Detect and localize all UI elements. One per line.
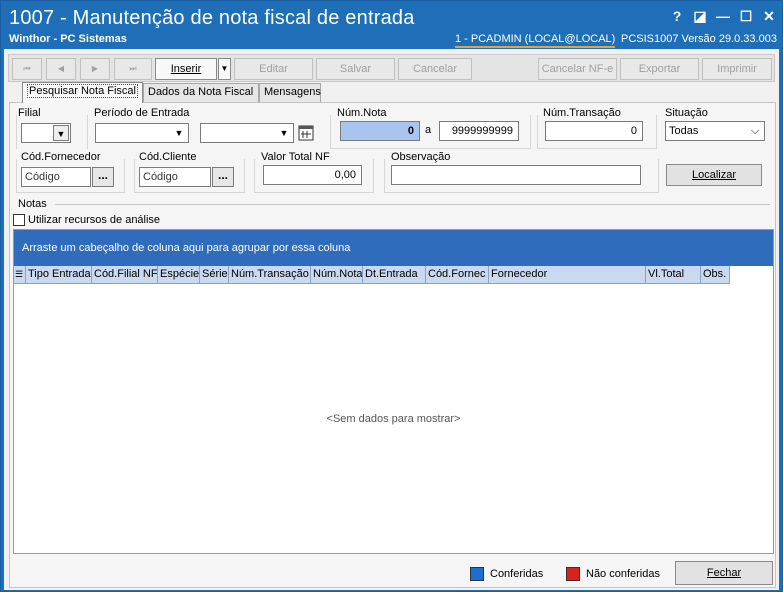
filial-select[interactable]: ▼	[21, 123, 71, 143]
fechar-button[interactable]: Fechar	[675, 561, 773, 585]
observacao-field[interactable]	[391, 165, 641, 185]
periodo-inicio-field[interactable]: ▼	[95, 123, 189, 143]
next-record-button[interactable]: ▶	[80, 58, 110, 80]
tab-pesquisar[interactable]: Pesquisar Nota Fiscal	[22, 82, 143, 103]
col-tipo-entrada[interactable]: Tipo Entrada	[26, 266, 92, 284]
cancel-button[interactable]: Cancelar	[398, 58, 472, 80]
empty-grid-message: <Sem dados para mostrar>	[326, 413, 461, 425]
periodo-fim-field[interactable]: ▼	[200, 123, 294, 143]
chevron-down-icon: ▼	[174, 128, 184, 138]
close-icon[interactable]: ✕	[760, 7, 778, 25]
help-icon[interactable]: ?	[668, 7, 686, 25]
analysis-checkbox[interactable]	[13, 214, 25, 226]
localizar-label: Localizar	[691, 169, 737, 181]
situacao-label: Situação	[665, 107, 708, 119]
col-num-nota[interactable]: Núm.Nota	[311, 266, 363, 284]
chevron-down-icon: ▼	[53, 125, 69, 141]
tab-pesquisar-label: Pesquisar Nota Fiscal	[27, 84, 138, 98]
cancel-nfe-button[interactable]: Cancelar NF-e	[538, 58, 617, 80]
chevron-down-icon: ⌵	[750, 125, 760, 137]
grid-header: ☰ Tipo Entrada Cód.Filial NF Espécie Sér…	[14, 266, 730, 284]
column-chooser-icon[interactable]: ☰	[14, 266, 26, 284]
tab-mensagens[interactable]: Mensagens	[259, 83, 321, 102]
title-bar[interactable]: 1007 - Manutenção de nota fiscal de entr…	[1, 1, 782, 48]
nao-conferidas-legend-swatch	[566, 567, 580, 581]
fechar-label: Fechar	[706, 567, 742, 579]
insert-button[interactable]: Inserir	[155, 58, 217, 80]
notas-divider	[55, 204, 770, 205]
col-cod-filial[interactable]: Cód.Filial NF	[92, 266, 158, 284]
edit-button[interactable]: Editar	[234, 58, 313, 80]
range-separator: a	[425, 124, 432, 136]
window-title: 1007 - Manutenção de nota fiscal de entr…	[9, 7, 415, 29]
nao-conferidas-legend-label: Não conferidas	[586, 568, 660, 580]
restore-layout-icon[interactable]: ◪	[691, 7, 709, 25]
conferidas-legend-label: Conferidas	[490, 568, 544, 580]
maximize-icon[interactable]: ☐	[737, 7, 755, 25]
first-record-button[interactable]: ⏮	[12, 58, 42, 80]
cod-fornecedor-field[interactable]: Código	[21, 167, 91, 187]
col-obs[interactable]: Obs.	[701, 266, 730, 284]
fornecedor-lookup-button[interactable]: ...	[92, 167, 114, 187]
num-nota-from-field[interactable]: 0	[340, 121, 420, 141]
notas-label: Notas	[18, 198, 47, 210]
col-cod-fornec[interactable]: Cód.Fornec	[426, 266, 489, 284]
col-especie[interactable]: Espécie	[158, 266, 200, 284]
num-nota-to-field[interactable]: 9999999999	[439, 121, 519, 141]
cod-cliente-field[interactable]: Código	[139, 167, 211, 187]
chevron-down-icon: ▼	[279, 128, 289, 138]
last-record-button[interactable]: ⏭	[114, 58, 152, 80]
notas-grid[interactable]: Arraste um cabeçalho de coluna aqui para…	[13, 229, 774, 554]
situacao-select[interactable]: Todas ⌵	[665, 121, 765, 141]
col-serie[interactable]: Série	[200, 266, 229, 284]
toolbar: ⏮ ◀ ▶ ⏭ Inserir ▼ Editar Salvar Cancelar…	[8, 54, 775, 82]
save-button[interactable]: Salvar	[316, 58, 395, 80]
insert-dropdown-button[interactable]: ▼	[218, 58, 231, 80]
cliente-lookup-button[interactable]: ...	[212, 167, 234, 187]
minimize-icon[interactable]: —	[714, 7, 732, 25]
export-button[interactable]: Exportar	[620, 58, 699, 80]
insert-label: Inserir	[170, 63, 202, 75]
search-panel: Filial ▼ Período de Entrada ▼ ▼ Núm.Nota…	[9, 102, 776, 588]
window-subtitle: Winthor - PC Sistemas	[9, 33, 127, 45]
print-button[interactable]: Imprimir	[702, 58, 772, 80]
client-area: ⏮ ◀ ▶ ⏭ Inserir ▼ Editar Salvar Cancelar…	[4, 49, 779, 590]
user-info: 1 - PCADMIN (LOCAL@LOCAL)	[455, 33, 616, 48]
col-vl-total[interactable]: Vl.Total	[646, 266, 701, 284]
num-transacao-field[interactable]: 0	[545, 121, 643, 141]
tab-dados[interactable]: Dados da Nota Fiscal	[143, 83, 259, 102]
prev-record-button[interactable]: ◀	[46, 58, 76, 80]
col-fornecedor[interactable]: Fornecedor	[489, 266, 646, 284]
main-window: 1007 - Manutenção de nota fiscal de entr…	[0, 0, 783, 592]
system-info: PCSIS1007 Versão 29.0.33.003	[621, 33, 777, 45]
valor-total-field[interactable]: 0,00	[263, 165, 362, 185]
conferidas-legend-swatch	[470, 567, 484, 581]
analysis-checkbox-label: Utilizar recursos de análise	[28, 214, 161, 226]
group-by-bar[interactable]: Arraste um cabeçalho de coluna aqui para…	[14, 230, 773, 266]
situacao-value: Todas	[669, 125, 699, 137]
calendar-icon[interactable]	[297, 123, 315, 143]
col-num-transacao[interactable]: Núm.Transação	[229, 266, 311, 284]
localizar-button[interactable]: Localizar	[666, 164, 762, 186]
col-dt-entrada[interactable]: Dt.Entrada	[363, 266, 426, 284]
